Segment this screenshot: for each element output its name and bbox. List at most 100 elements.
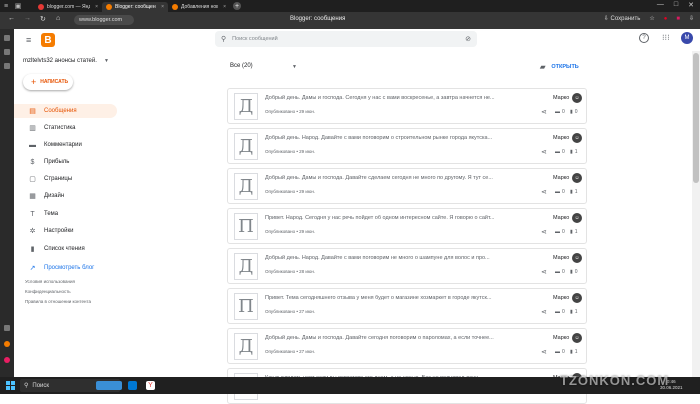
sidebar-item-pages[interactable]: ▢ Страницы bbox=[14, 172, 117, 186]
reload-icon[interactable]: ↻ bbox=[40, 15, 46, 23]
close-tab-icon[interactable]: × bbox=[161, 4, 164, 10]
download-manager-icon[interactable]: ⇩ bbox=[689, 15, 694, 22]
maximize-button[interactable]: □ bbox=[674, 1, 678, 9]
post-title[interactable]: Добрый день. Народ. Давайте с вами погов… bbox=[265, 135, 520, 141]
new-tab-button[interactable]: + bbox=[233, 2, 241, 10]
sidebar-app-icon[interactable] bbox=[4, 357, 10, 363]
views-icon: ▮ bbox=[570, 109, 573, 115]
sidebar-item-posts[interactable]: ▤ Сообщения bbox=[14, 104, 117, 118]
share-icon[interactable]: ⋖ bbox=[541, 308, 547, 316]
sidebar-item-settings[interactable]: ✲ Настройки bbox=[14, 224, 117, 238]
browser-tab[interactable]: blogger.com — Яндекс. × bbox=[34, 2, 102, 12]
share-icon[interactable]: ⋖ bbox=[541, 108, 547, 116]
share-icon[interactable]: ⋖ bbox=[541, 148, 547, 156]
blog-name[interactable]: mzltelvts32 анонсы статей. bbox=[23, 58, 97, 64]
back-icon[interactable]: ← bbox=[8, 15, 15, 22]
search-options-icon[interactable]: ⊘ bbox=[465, 35, 471, 43]
sidebar-item-stats[interactable]: ▥ Статистика bbox=[14, 121, 117, 135]
content-policy-link[interactable]: Правила в отношении контента bbox=[25, 299, 91, 304]
privacy-link[interactable]: Конфиденциальность bbox=[25, 289, 71, 294]
post-title[interactable]: Добрый день. Народ. Давайте с вами погов… bbox=[265, 255, 520, 261]
bookmark-icon[interactable]: ☆ bbox=[649, 15, 654, 22]
sidebar-item-reading-list[interactable]: ▮ Список чтения bbox=[14, 242, 117, 256]
sidebar-item-theme[interactable]: T Тема bbox=[14, 207, 117, 221]
comment-count[interactable]: ▬0 bbox=[555, 109, 565, 115]
sidebar-item-label: Дизайн bbox=[44, 193, 65, 199]
post-card[interactable]: Д Добрый день. Народ. Давайте с вами пог… bbox=[227, 128, 587, 164]
comment-count[interactable]: ▬0 bbox=[555, 269, 565, 275]
sidebar-app-icon[interactable] bbox=[4, 341, 10, 347]
post-title[interactable]: Добрый день. Дамы и господа. Давайте сде… bbox=[265, 175, 520, 181]
sidebar-widget-icon[interactable] bbox=[4, 35, 10, 41]
chevron-down-icon[interactable]: ▼ bbox=[292, 64, 297, 70]
pinterest-icon[interactable]: ● bbox=[664, 16, 668, 22]
blogger-logo[interactable]: B bbox=[41, 33, 55, 47]
save-to-collection-button[interactable]: ⇩ Сохранить bbox=[604, 15, 641, 22]
post-card[interactable]: П Привет. Тема сегодняшнего отзыва у мен… bbox=[227, 288, 587, 324]
tab-favicon-icon bbox=[38, 4, 44, 10]
author-avatar: ☺ bbox=[572, 173, 582, 183]
post-card[interactable]: Д Добрый день. Народ. Давайте с вами пог… bbox=[227, 248, 587, 284]
sidebar-widget-icon[interactable] bbox=[4, 49, 10, 55]
extension-icon[interactable]: ■ bbox=[676, 16, 680, 22]
sidebar-item-view-blog[interactable]: ↗ Просмотреть блог bbox=[14, 261, 117, 275]
post-title[interactable]: Добрый день. Дамы и господа. Давайте сег… bbox=[265, 335, 520, 341]
share-icon[interactable]: ⋖ bbox=[541, 188, 547, 196]
post-title[interactable]: Привет. Тема сегодняшнего отзыва у меня … bbox=[265, 295, 520, 301]
plus-icon: + bbox=[31, 77, 37, 87]
sidebar-item-layout[interactable]: ▦ Дизайн bbox=[14, 189, 117, 203]
post-thumbnail: Д bbox=[234, 173, 258, 200]
post-author: Марко bbox=[553, 335, 570, 341]
post-title[interactable]: Добрый день. Дамы и господа. Сегодня у н… bbox=[265, 95, 520, 101]
post-card[interactable]: Д Добрый день. Дамы и господа. Давайте с… bbox=[227, 328, 587, 364]
comment-count[interactable]: ▬0 bbox=[555, 149, 565, 155]
minimize-button[interactable]: — bbox=[657, 1, 664, 9]
close-tab-icon[interactable]: × bbox=[223, 4, 226, 10]
view-count-value: 1 bbox=[574, 349, 578, 355]
open-button[interactable]: ▰ ОТКРЫТЬ bbox=[540, 63, 579, 71]
browser-tab[interactable]: Blogger: сообщения × bbox=[102, 2, 168, 12]
share-icon[interactable]: ⋖ bbox=[541, 348, 547, 356]
comment-count[interactable]: ▬0 bbox=[555, 349, 565, 355]
new-post-button[interactable]: + НАПИСАТЬ bbox=[23, 74, 73, 90]
comment-count[interactable]: ▬0 bbox=[555, 229, 565, 235]
tabs-icon[interactable]: ▣ bbox=[12, 0, 24, 12]
post-card[interactable]: Д Добрый день. Дамы и господа. Сегодня у… bbox=[227, 88, 587, 124]
scrollbar-thumb[interactable] bbox=[693, 53, 699, 183]
account-avatar[interactable]: M bbox=[681, 32, 693, 44]
search-bar[interactable]: ⚲ Поиск сообщений ⊘ bbox=[215, 31, 477, 47]
sidebar-item-comments[interactable]: ▬ Комментарии bbox=[14, 138, 117, 152]
url-field[interactable]: www.blogger.com bbox=[74, 15, 134, 25]
post-title[interactable]: Привет. Народ. Сегодня у нас речь пойдет… bbox=[265, 215, 520, 221]
view-count-value: 0 bbox=[574, 109, 578, 115]
browser-tab[interactable]: Добавления нового сооб × bbox=[168, 2, 230, 12]
post-card[interactable]: Д Добрый день. Дамы и господа. Давайте с… bbox=[227, 168, 587, 204]
close-window-button[interactable]: ✕ bbox=[688, 1, 694, 9]
sidebar-item-earnings[interactable]: $ Прибыль bbox=[14, 155, 117, 169]
posts-filter-dropdown[interactable]: Все (20) bbox=[230, 63, 253, 69]
post-card[interactable]: П Привет. Народ. Сегодня у нас речь пойд… bbox=[227, 208, 587, 244]
help-icon[interactable]: ? bbox=[639, 33, 649, 43]
windows-start-icon[interactable] bbox=[6, 381, 15, 390]
chevron-down-icon[interactable]: ▼ bbox=[104, 58, 109, 64]
comment-count[interactable]: ▬0 bbox=[555, 189, 565, 195]
home-icon[interactable]: ⌂ bbox=[56, 15, 60, 22]
sidebar-widget-icon[interactable] bbox=[4, 63, 10, 69]
yandex-browser-icon[interactable]: Y bbox=[146, 381, 155, 390]
page-scrollbar[interactable] bbox=[692, 51, 700, 377]
sidebar-item-label: Тема bbox=[44, 211, 59, 217]
comment-count[interactable]: ▬0 bbox=[555, 309, 565, 315]
search-highlight-icon[interactable] bbox=[96, 381, 122, 390]
edge-icon[interactable] bbox=[128, 381, 137, 390]
share-icon[interactable]: ⋖ bbox=[541, 268, 547, 276]
close-tab-icon[interactable]: × bbox=[95, 4, 98, 10]
search-input[interactable]: Поиск сообщений bbox=[232, 36, 459, 42]
sidebar-item-label: Страницы bbox=[44, 176, 73, 182]
forward-icon[interactable]: → bbox=[24, 15, 31, 22]
apps-grid-icon[interactable]: ⁝⁝⁝ bbox=[662, 33, 670, 42]
share-icon[interactable]: ⋖ bbox=[541, 228, 547, 236]
browser-menu-icon[interactable]: ≡ bbox=[0, 0, 12, 12]
menu-icon[interactable]: ≡ bbox=[26, 35, 31, 45]
sidebar-add-icon[interactable] bbox=[4, 325, 10, 331]
terms-link[interactable]: Условия использования bbox=[25, 279, 75, 284]
